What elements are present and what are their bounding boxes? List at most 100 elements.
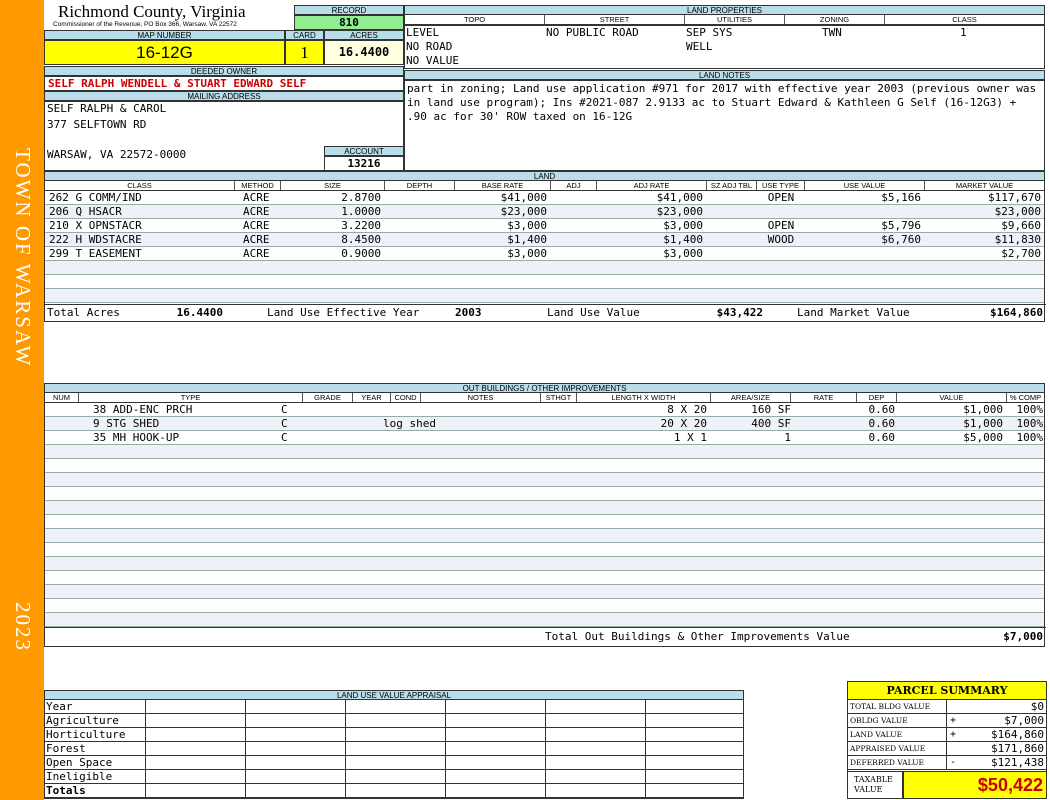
luva-cell-divider (245, 784, 246, 798)
acres-header: ACRES (324, 30, 404, 40)
land-cell-adjrate: $3,000 (663, 247, 703, 260)
town-label: TOWN OF WARSAW (11, 148, 35, 368)
land-market-value: $164,860 (990, 306, 1043, 319)
land-col-adj-rate: ADJ RATE (597, 181, 707, 190)
luva-row: Open Space (45, 756, 743, 770)
acres-value: 16.4400 (324, 40, 404, 65)
ob-cell-area: 1 (784, 431, 791, 444)
luva-cell-divider (245, 728, 246, 742)
summary-label: LAND VALUE (850, 730, 903, 739)
ob-cell-lw: 8 X 20 (667, 403, 707, 416)
ob-cell-dep: 0.60 (868, 431, 896, 444)
land-cell-adjrate: $3,000 (663, 219, 703, 232)
land-cell-method: ACRE (243, 233, 270, 246)
luva-cell-divider (345, 714, 346, 728)
summary-value: $164,860 (991, 728, 1044, 741)
luva-cell-divider (445, 700, 446, 714)
luva-cell-divider (145, 714, 146, 728)
land-colheaders: CLASS METHOD SIZE DEPTH BASE RATE ADJ AD… (44, 181, 1045, 191)
mailing-address-header: MAILING ADDRESS (44, 91, 404, 101)
luva-cell-divider (445, 756, 446, 770)
total-acres-value: 16.4400 (176, 306, 223, 319)
summary-row: LAND VALUE + $164,860 (848, 728, 1046, 742)
land-cell-method: ACRE (243, 191, 270, 204)
summary-label: APPRAISED VALUE (850, 744, 926, 753)
summary-row: OBLDG VALUE + $7,000 (848, 714, 1046, 728)
land-cell-base: $1,400 (507, 233, 547, 246)
land-col-market: MARKET VALUE (955, 181, 1014, 190)
land-cell-adjrate: $23,000 (656, 205, 703, 218)
mailing-line-1: SELF RALPH & CAROL (47, 102, 167, 115)
county-title: Richmond County, Virginia (58, 2, 246, 21)
utility-2: WELL (686, 40, 713, 53)
luva-cell-divider (345, 756, 346, 770)
ob-grid-row (45, 557, 1044, 571)
summary-label: DEFERRED VALUE (850, 758, 925, 767)
luva-row: Horticulture (45, 728, 743, 742)
land-cell-market: $117,670 (988, 191, 1041, 204)
summary-value: $171,860 (991, 742, 1044, 755)
luva-cell-divider (245, 714, 246, 728)
ob-cell-value: $1,000 (963, 403, 1003, 416)
luva-cell-divider (445, 770, 446, 784)
year-label: 2023 (11, 602, 35, 652)
land-cell-usevalue: $5,166 (881, 191, 921, 204)
ob-grid-row (45, 585, 1044, 599)
land-table-body: 262 G COMM/IND ACRE 2.8700 $41,000 $41,000 OP… (44, 191, 1046, 322)
land-cell-size: 0.9000 (341, 247, 381, 260)
land-cell-usetype: OPEN (767, 219, 795, 232)
land-cell-market: $9,660 (1001, 219, 1041, 232)
luva-cell-divider (245, 700, 246, 714)
ob-col-grade: GRADE (303, 393, 353, 402)
land-cell-usevalue: $6,760 (881, 233, 921, 246)
parcel-summary-body: TOTAL BLDG VALUE $0 OBLDG VALUE + $7,000 LAND… (847, 700, 1047, 772)
land-cell-market: $11,830 (994, 233, 1041, 246)
ob-row: 9 STG SHED Clog shed 20 X 20 400 SF 0.60 $1,0… (45, 417, 1046, 431)
ob-cell-lw: 1 X 1 (673, 431, 707, 444)
ob-cell-dep: 0.60 (868, 403, 896, 416)
luva-row-label: Totals (46, 784, 86, 797)
ob-col-value: VALUE (897, 393, 1007, 402)
class-value: 1 (960, 26, 967, 39)
ob-cell-comp: 100% (1016, 417, 1044, 430)
summary-sign: + (950, 715, 957, 726)
mailing-line-3: WARSAW, VA 22572-0000 (47, 148, 187, 161)
luva-header: LAND USE VALUE APPRAISAL (44, 690, 744, 700)
street-value: NO PUBLIC ROAD (546, 26, 639, 39)
summary-sign: + (950, 729, 957, 740)
luva-cell-divider (645, 756, 646, 770)
luva-row: Year (45, 700, 743, 714)
luva-row: Agriculture (45, 714, 743, 728)
ob-grid-row (45, 473, 1044, 487)
luva-cell-divider (445, 728, 446, 742)
land-col-depth: DEPTH (385, 181, 455, 190)
luva-cell-divider (145, 770, 146, 784)
luva-row-label: Forest (46, 742, 86, 755)
land-cell-adjrate: $1,400 (663, 233, 703, 246)
ob-col-notes: NOTES (421, 393, 541, 402)
outbuildings-colheaders: NUM TYPE GRADE YEAR COND NOTES STHGT LEN… (44, 393, 1045, 403)
ob-cell-value: $5,000 (963, 431, 1003, 444)
ob-grid-row (45, 613, 1044, 627)
ob-cell-grade: C (281, 417, 288, 430)
land-cell-usetype: OPEN (767, 191, 795, 204)
land-cell-base: $3,000 (507, 247, 547, 260)
summary-sign: - (950, 757, 957, 768)
ob-grid-row (45, 487, 1044, 501)
luva-cell-divider (445, 714, 446, 728)
land-cell-class: 299 T EASEMENT (49, 247, 142, 260)
land-cell-size: 8.4500 (341, 233, 381, 246)
land-cell-usevalue: $5,796 (881, 219, 921, 232)
land-cell-size: 2.8700 (341, 191, 381, 204)
ob-row: 35 MH HOOK-UP C 1 X 1 1 0.60 $5,000 100% (45, 431, 1046, 445)
luva-cell-divider (445, 742, 446, 756)
luva-cell-divider (145, 728, 146, 742)
topo-1: LEVEL (406, 26, 440, 39)
ob-grid-row (45, 445, 1044, 459)
luva-row: Totals (45, 784, 743, 798)
land-header: LAND (44, 171, 1045, 181)
ob-col-sthgt: STHGT (541, 393, 577, 402)
outbuildings-table-body: 38 ADD-ENC PRCH C 8 X 20 160 SF 0.60 $1,000 10… (44, 403, 1046, 647)
luva-cell-divider (645, 700, 646, 714)
ob-total-label: Total Out Buildings & Other Improvements… (545, 630, 850, 643)
